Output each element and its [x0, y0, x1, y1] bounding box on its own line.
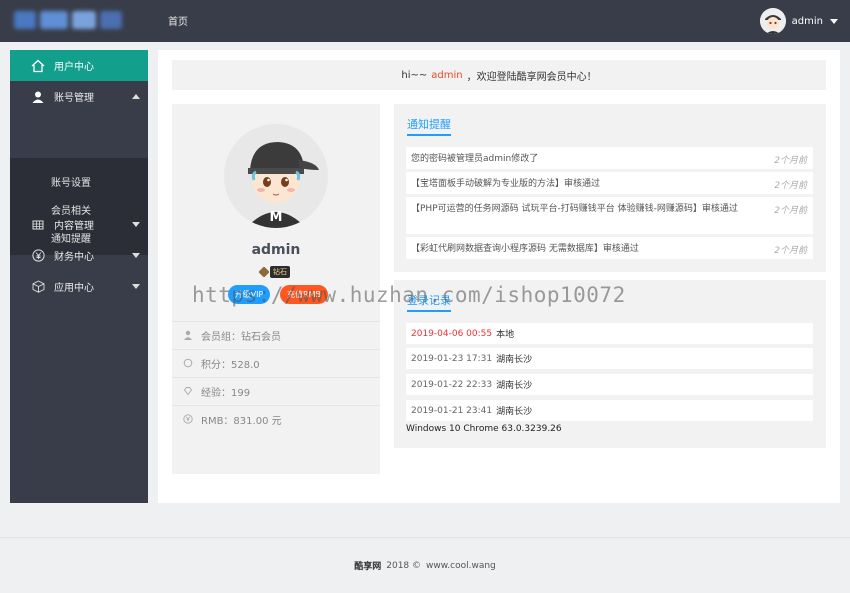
sidebar-item-apps[interactable]: 应用中心: [10, 271, 148, 302]
footer-year: 2018 ©: [386, 560, 422, 571]
footer-brand: 酷享网: [354, 562, 382, 572]
grid-icon: [31, 218, 45, 232]
top-bar: 首页 admin: [0, 0, 850, 42]
member-group-text: 会员组：钻石会员: [201, 331, 281, 343]
login-time: 2019-01-23 17:31: [411, 353, 493, 364]
site-logo[interactable]: [14, 9, 124, 33]
device-info: Windows 10 Chrome 63.0.3239.26: [406, 424, 562, 434]
notice-time: 2个月前: [774, 246, 807, 256]
title-underline: [407, 134, 451, 136]
sidebar: 用户中心 账号管理 账号设置 会员相关 通知提醒 内容管理 财务中心 应用中心: [10, 50, 148, 503]
chevron-down-icon: [132, 222, 140, 227]
list-item[interactable]: 您的密码被管理员admin修改了 2个月前: [406, 147, 813, 169]
sidebar-item-label: 应用中心: [54, 283, 94, 294]
balance-text: RMB：831.00 元: [201, 415, 282, 427]
home-icon: [31, 59, 45, 73]
circle-icon: [183, 358, 193, 368]
footer: 酷享网 2018 © www.cool.wang: [0, 537, 850, 593]
sidebar-subitem-account-settings[interactable]: 账号设置: [51, 174, 91, 189]
user-menu[interactable]: admin: [759, 7, 838, 35]
vip-badge: 钻石: [258, 265, 290, 278]
chevron-down-icon: [132, 253, 140, 258]
sidebar-item-label: 账号管理: [54, 93, 94, 104]
diamond-icon: [183, 386, 193, 396]
notice-text[interactable]: 您的密码被管理员admin修改了: [411, 153, 756, 166]
notice-time: 2个月前: [774, 156, 807, 166]
table-row: 2019-01-23 17:31 湖南长沙: [406, 348, 813, 369]
chevron-down-icon: [830, 18, 838, 24]
sidebar-item-label: 用户中心: [54, 62, 94, 73]
list-item[interactable]: 【彩虹代刷网数据查询小程序源码 无需数据库】审核通过 2个月前: [406, 237, 813, 259]
profile-name: admin: [251, 242, 301, 258]
user-name: admin: [791, 15, 823, 27]
profile-info-experience: 经验：199: [172, 377, 380, 404]
yen-icon: [183, 414, 193, 424]
notice-time: 2个月前: [774, 181, 807, 191]
notice-time: 2个月前: [774, 206, 807, 216]
footer-site-link[interactable]: www.cool.wang: [426, 561, 496, 571]
sidebar-item-content[interactable]: 内容管理: [10, 209, 148, 240]
login-time: 2019-01-21 23:41: [411, 405, 493, 416]
yen-icon: [31, 249, 45, 263]
login-place: 本地: [496, 330, 515, 340]
notice-text[interactable]: 【宝塔面板手动破解为专业版的方法】审核通过: [411, 178, 756, 191]
list-item[interactable]: 【PHP可运营的任务网源码 试玩平台-打码赚钱平台 体验赚钱-网赚源码】审核通过…: [406, 197, 813, 234]
chevron-down-icon: [132, 284, 140, 289]
login-place: 湖南长沙: [496, 407, 533, 417]
chevron-up-icon: [132, 94, 140, 99]
notifications-panel: 通知提醒 您的密码被管理员admin修改了 2个月前 【宝塔面板手动破解为专业版…: [394, 104, 826, 272]
login-time: 2019-04-06 00:55: [411, 328, 493, 339]
notifications-title-text: 通知提醒: [407, 118, 451, 131]
table-row: 2019-04-06 00:55 本地: [406, 323, 813, 344]
login-place: 湖南长沙: [496, 381, 533, 391]
notifications-title: 通知提醒: [407, 116, 451, 136]
table-row: 2019-01-22 22:33 湖南长沙: [406, 374, 813, 395]
welcome-banner: hi~~ admin ，欢迎登陆酷享网会员中心！: [172, 60, 826, 90]
user-icon: [31, 90, 45, 104]
avatar: M: [224, 124, 328, 228]
notice-text[interactable]: 【PHP可运营的任务网源码 试玩平台-打码赚钱平台 体验赚钱-网赚源码】审核通过: [411, 203, 756, 216]
box-icon: [31, 280, 45, 294]
sidebar-item-finance[interactable]: 财务中心: [10, 240, 148, 271]
svg-text:M: M: [270, 210, 283, 225]
watermark-text: https://www.huzhan.com/ishop10072: [192, 283, 626, 307]
welcome-username[interactable]: admin: [431, 70, 462, 81]
welcome-prefix: hi~~: [401, 69, 428, 81]
user-icon: [183, 330, 193, 340]
experience-text: 经验：199: [201, 387, 251, 399]
sidebar-item-label: 内容管理: [54, 221, 94, 232]
list-item[interactable]: 【宝塔面板手动破解为专业版的方法】审核通过 2个月前: [406, 172, 813, 194]
main-content: hi~~ admin ，欢迎登陆酷享网会员中心！ M admin 钻石 升级VI…: [158, 50, 840, 503]
notice-text[interactable]: 【彩虹代刷网数据查询小程序源码 无需数据库】审核通过: [411, 243, 756, 256]
sidebar-item-account[interactable]: 账号管理: [10, 81, 148, 112]
sidebar-item-label: 财务中心: [54, 252, 94, 263]
login-time: 2019-01-22 22:33: [411, 379, 493, 390]
title-underline: [407, 310, 451, 312]
points-text: 积分：528.0: [201, 359, 260, 371]
profile-info-points: 积分：528.0: [172, 349, 380, 376]
sidebar-item-user-center[interactable]: 用户中心: [10, 50, 148, 81]
welcome-message: ，欢迎登陆酷享网会员中心！: [466, 71, 597, 83]
profile-info-balance: RMB：831.00 元: [172, 405, 380, 432]
login-place: 湖南长沙: [496, 355, 533, 365]
nav-home-link[interactable]: 首页: [168, 13, 188, 28]
avatar: [759, 8, 786, 34]
table-row: 2019-01-21 23:41 湖南长沙: [406, 400, 813, 421]
vip-badge-label: 钻石: [270, 265, 290, 278]
profile-info-group: 会员组：钻石会员: [172, 321, 380, 348]
diamond-icon: [258, 265, 270, 278]
